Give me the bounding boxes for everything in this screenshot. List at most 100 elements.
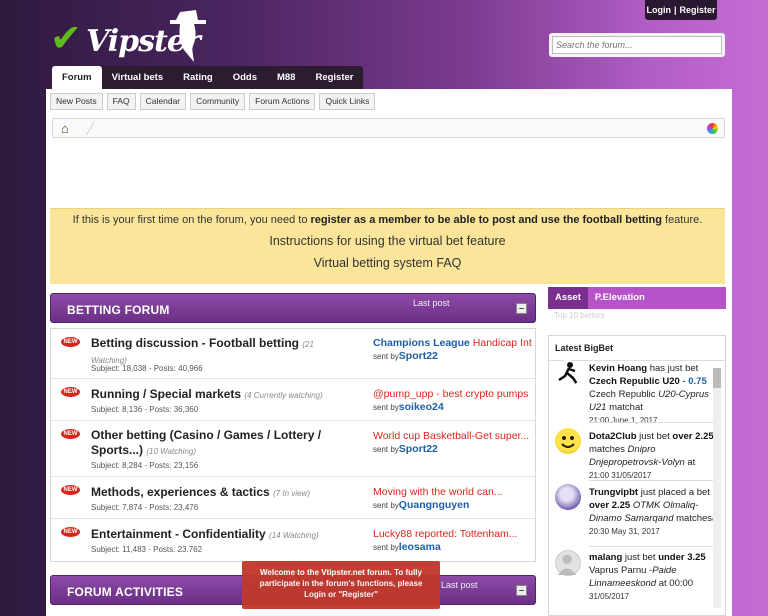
faq-button[interactable]: FAQ <box>106 93 136 110</box>
sent-by-user-link[interactable]: Sport22 <box>399 350 438 362</box>
bigbet-item: malang just bet under 3.25 Vaprus Parnu … <box>589 552 706 601</box>
tab-odds[interactable]: Odds <box>223 66 267 90</box>
sub-nav: New Posts FAQ Calendar Community Forum A… <box>50 93 376 110</box>
bet-user-link[interactable]: Trungvipbt <box>589 487 638 498</box>
search-box <box>549 33 725 57</box>
forum-row: NEW Other betting (Casino / Games / Lott… <box>51 421 535 477</box>
calendar-button[interactable]: Calendar <box>139 93 187 110</box>
forum-row: NEW Entertainment - Confidentiality (14 … <box>51 519 535 561</box>
sent-by: sent bySport22 <box>373 443 438 455</box>
last-post-link[interactable]: Lucky88 reported: Tottenham... <box>373 528 533 540</box>
bet-user-link[interactable]: Kevin Hoang <box>589 363 647 374</box>
breadcrumb-divider <box>76 121 96 135</box>
tab-forum[interactable]: Forum <box>52 66 102 90</box>
checkmark-icon: ✔ <box>50 16 82 60</box>
quick-links-button[interactable]: Quick Links <box>319 93 376 110</box>
bet-user-link[interactable]: malang <box>589 552 622 563</box>
bigbet-title: Latest BigBet <box>549 336 725 361</box>
notice-text: If this is your first time on the forum,… <box>72 214 703 226</box>
bigbet-item: Trungvipbt just placed a bet over 2.25 O… <box>589 487 720 536</box>
sent-by-user-link[interactable]: leosama <box>399 541 441 553</box>
divider <box>589 546 717 547</box>
virtual-bet-instructions-link[interactable]: Instructions for using the virtual bet f… <box>50 234 725 248</box>
bigbet-item: Dota2Club just bet over 2.25 matches Dni… <box>589 431 714 480</box>
new-posts-button[interactable]: New Posts <box>50 93 103 110</box>
last-post-label: Last post <box>441 580 478 590</box>
forum-stats: Subject: 11,483 - Posts: 23.762 <box>91 545 203 554</box>
tab-asset[interactable]: Asset <box>548 287 588 309</box>
color-wheel-icon[interactable] <box>707 123 718 134</box>
divider <box>589 480 717 481</box>
forum-row: NEW Methods, experiences & tactics (7 In… <box>51 477 535 519</box>
latest-bigbet-panel: Latest BigBet Kevin Hoang has just bet C… <box>548 335 726 616</box>
forum-stats: Subject: 8,284 - Posts: 23,156 <box>91 461 199 470</box>
register-link[interactable]: Register <box>680 5 716 15</box>
detective-hat-icon <box>170 10 206 62</box>
breadcrumb: ⌂ <box>52 118 725 138</box>
bigbet-scrollbar[interactable] <box>713 368 721 608</box>
tab-register[interactable]: Register <box>305 66 363 90</box>
last-post-link[interactable]: Moving with the world can... <box>373 486 533 498</box>
forum-stats: Subject: 18,038 - Posts: 40,966 <box>91 364 203 373</box>
divider <box>589 422 717 423</box>
toast-login-link[interactable]: Login <box>304 590 326 599</box>
forum-row: NEW Betting discussion - Football bettin… <box>51 329 535 379</box>
forum-list: NEW Betting discussion - Football bettin… <box>50 328 536 562</box>
virtual-betting-faq-link[interactable]: Virtual betting system FAQ <box>50 256 725 270</box>
section-title: FORUM ACTIVITIES <box>67 585 184 599</box>
forum-title[interactable]: Entertainment - Confidentiality (14 Watc… <box>91 527 331 543</box>
home-icon[interactable]: ⌂ <box>61 121 69 136</box>
last-post-link[interactable]: Champions League Handicap Int <box>373 337 533 349</box>
soccer-player-icon <box>555 360 581 386</box>
sent-by-user-link[interactable]: soikeo24 <box>399 401 444 413</box>
collapse-icon[interactable]: – <box>516 585 527 596</box>
login-link[interactable]: Login <box>646 5 671 15</box>
asset-tabs: Asset P.Elevation <box>548 287 726 309</box>
new-badge-icon: NEW <box>61 527 80 537</box>
tab-p-elevation[interactable]: P.Elevation <box>588 287 652 309</box>
forum-stats: Subject: 7,874 - Posts: 23,476 <box>91 503 199 512</box>
new-badge-icon: NEW <box>61 387 80 397</box>
sent-by: sent byleosama <box>373 541 441 553</box>
site-logo[interactable]: ✔ Vipster <box>50 10 210 62</box>
tab-m88[interactable]: M88 <box>267 66 305 90</box>
forum-row: NEW Running / Special markets (4 Current… <box>51 379 535 421</box>
notice-bold: register as a member to be able to post … <box>310 214 662 226</box>
main-nav: Forum Virtual bets Rating Odds M88 Regis… <box>52 66 364 90</box>
bet-user-link[interactable]: Dota2Club <box>589 431 637 442</box>
sent-by-user-link[interactable]: Quangnguyen <box>399 499 470 511</box>
registration-notice: If this is your first time on the forum,… <box>50 208 725 284</box>
smiley-icon <box>555 428 581 454</box>
default-user-icon <box>555 550 581 576</box>
forum-stats: Subject: 8,136 - Posts: 36,360 <box>91 405 199 414</box>
forum-title[interactable]: Methods, experiences & tactics (7 In vie… <box>91 485 331 501</box>
welcome-toast: Welcome to the Vtipster.net forum. To fu… <box>242 561 440 609</box>
sent-by: sent bySport22 <box>373 350 438 362</box>
tab-virtual-bets[interactable]: Virtual bets <box>102 66 174 90</box>
forum-title[interactable]: Other betting (Casino / Games / Lottery … <box>91 428 331 459</box>
betting-forum-header: BETTING FORUM Last post – <box>50 293 536 323</box>
collapse-icon[interactable]: – <box>516 303 527 314</box>
new-badge-icon: NEW <box>61 337 80 347</box>
new-badge-icon: NEW <box>61 429 80 439</box>
new-badge-icon: NEW <box>61 485 80 495</box>
anime-avatar-icon <box>555 484 581 510</box>
toast-register-link[interactable]: "Register" <box>338 590 378 599</box>
scrollbar-thumb[interactable] <box>713 368 721 388</box>
last-post-link[interactable]: World cup Basketball-Get super... <box>373 430 533 442</box>
last-post-label: Last post <box>413 298 450 308</box>
section-title: BETTING FORUM <box>67 303 170 317</box>
search-input[interactable] <box>552 36 722 54</box>
auth-separator: | <box>673 5 677 15</box>
auth-links: Login | Register <box>645 0 717 20</box>
forum-title[interactable]: Running / Special markets (4 Currently w… <box>91 387 331 403</box>
sent-by-user-link[interactable]: Sport22 <box>399 443 438 455</box>
asset-subtitle: Top 10 bettors <box>548 309 726 325</box>
bigbet-item: Kevin Hoang has just bet Czech Republic … <box>589 363 709 425</box>
forum-actions-button[interactable]: Forum Actions <box>249 93 316 110</box>
sent-by: sent byQuangnguyen <box>373 499 470 511</box>
last-post-link[interactable]: @pump_upp - best crypto pumps <box>373 388 533 400</box>
tab-rating[interactable]: Rating <box>173 66 223 90</box>
community-button[interactable]: Community <box>190 93 246 110</box>
sent-by: sent bysoikeo24 <box>373 401 444 413</box>
